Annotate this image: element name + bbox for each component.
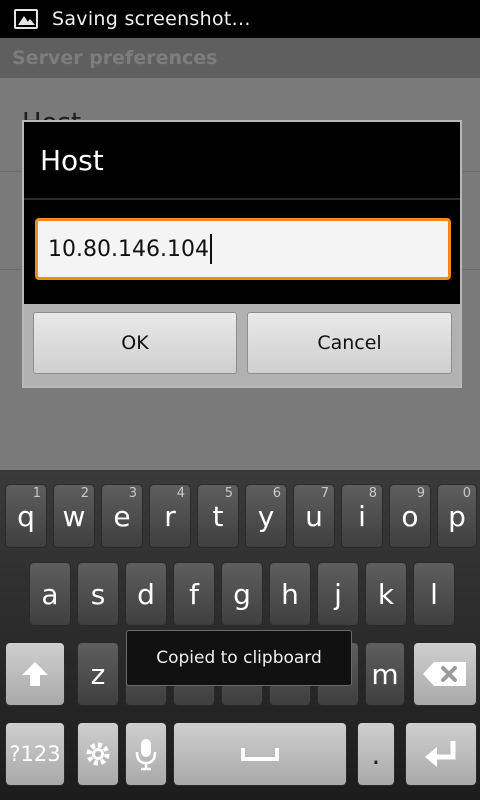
key-r[interactable]: r4	[149, 484, 191, 548]
key-label: y	[257, 499, 275, 533]
space-icon	[241, 748, 279, 761]
symbols-label: ?123	[9, 742, 61, 766]
key-s[interactable]: s	[77, 562, 119, 626]
key-l[interactable]: l	[413, 562, 455, 626]
key-number: 2	[80, 486, 89, 501]
key-e[interactable]: e3	[101, 484, 143, 548]
app-title-bar: Server preferences	[0, 38, 480, 78]
key-m[interactable]: m	[365, 642, 405, 706]
key-a[interactable]: a	[29, 562, 71, 626]
text-cursor	[209, 234, 212, 264]
status-text: Saving screenshot...	[52, 8, 251, 30]
key-label: p	[448, 499, 466, 533]
key-h[interactable]: h	[269, 562, 311, 626]
key-label: t	[212, 499, 224, 533]
backspace-key[interactable]	[413, 642, 477, 706]
key-label: q	[17, 499, 35, 533]
key-label: o	[401, 499, 419, 533]
shift-icon	[22, 662, 48, 686]
key-z[interactable]: z	[77, 642, 119, 706]
key-number: 3	[128, 486, 137, 501]
key-number: 1	[32, 486, 41, 501]
status-bar: Saving screenshot...	[0, 0, 480, 38]
shift-key[interactable]	[5, 642, 65, 706]
ok-button[interactable]: OK	[33, 312, 237, 374]
key-number: 5	[224, 486, 233, 501]
key-number: 7	[320, 486, 329, 501]
key-t[interactable]: t5	[197, 484, 239, 548]
host-dialog: Host 10.80.146.104 OK Cancel	[22, 120, 462, 388]
key-label: e	[113, 499, 131, 533]
key-i[interactable]: i8	[341, 484, 383, 548]
key-number: 0	[462, 486, 471, 501]
period-key[interactable]: .	[357, 722, 395, 786]
toast: Copied to clipboard	[126, 630, 352, 686]
key-number: 4	[176, 486, 185, 501]
cancel-button[interactable]: Cancel	[247, 312, 452, 374]
key-p[interactable]: p0	[437, 484, 477, 548]
key-u[interactable]: u7	[293, 484, 335, 548]
key-j[interactable]: j	[317, 562, 359, 626]
key-g[interactable]: g	[221, 562, 263, 626]
key-f[interactable]: f	[173, 562, 215, 626]
symbols-key[interactable]: ?123	[5, 722, 65, 786]
app-title: Server preferences	[12, 47, 218, 69]
key-w[interactable]: w2	[53, 484, 95, 548]
voice-input-key[interactable]	[125, 722, 167, 786]
enter-key[interactable]	[405, 722, 477, 786]
key-q[interactable]: q1	[5, 484, 47, 548]
settings-icon	[86, 742, 110, 766]
mic-icon	[135, 739, 157, 771]
dialog-divider	[24, 198, 460, 200]
key-number: 9	[416, 486, 425, 501]
settings-key[interactable]	[77, 722, 119, 786]
key-y[interactable]: y6	[245, 484, 287, 548]
key-d[interactable]: d	[125, 562, 167, 626]
enter-icon	[425, 741, 456, 767]
key-o[interactable]: o9	[389, 484, 431, 548]
key-label: r	[164, 499, 176, 533]
key-number: 6	[272, 486, 281, 501]
backspace-icon	[423, 662, 466, 686]
key-label: i	[358, 499, 366, 533]
period-label: .	[371, 737, 381, 771]
key-label: u	[305, 499, 323, 533]
host-input-value: 10.80.146.104	[48, 236, 209, 262]
key-label: w	[62, 499, 86, 533]
key-number: 8	[368, 486, 377, 501]
host-input[interactable]: 10.80.146.104	[35, 218, 451, 280]
space-key[interactable]	[173, 722, 347, 786]
dialog-title: Host	[40, 144, 104, 177]
image-icon	[14, 9, 38, 29]
dialog-button-bar: OK Cancel	[24, 304, 460, 386]
key-k[interactable]: k	[365, 562, 407, 626]
